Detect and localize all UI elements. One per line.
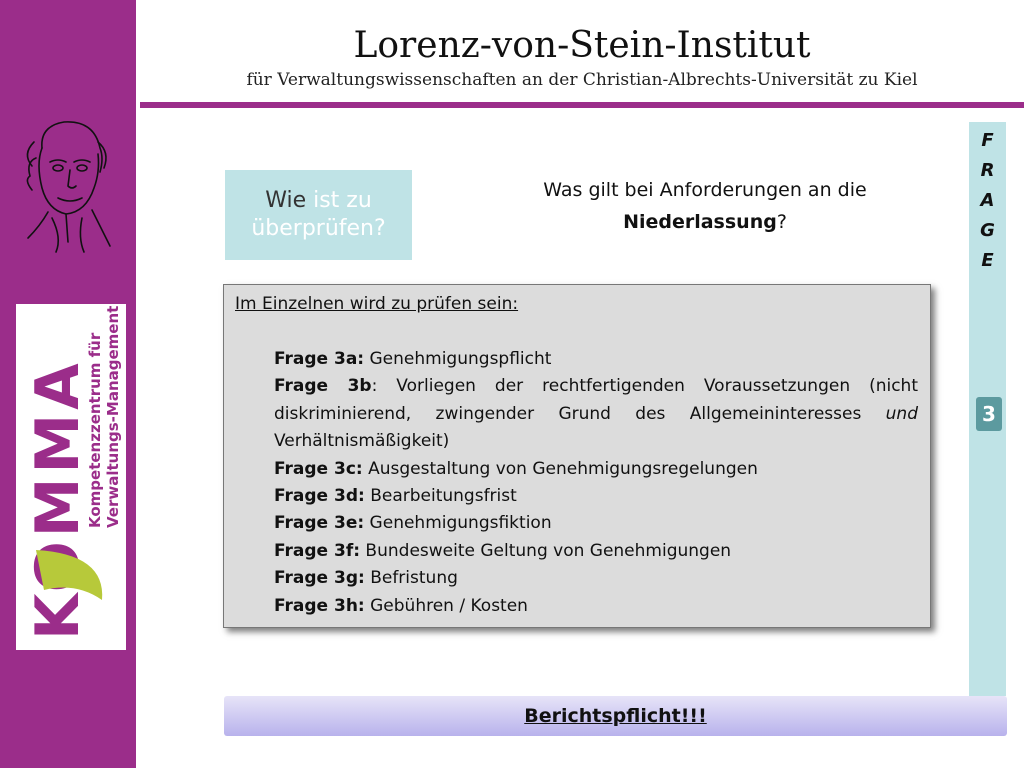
item-label: Frage 3a: <box>274 349 365 369</box>
item-text: Genehmigungspflicht <box>364 349 552 369</box>
page-subtitle: für Verwaltungswissenschaften an der Chr… <box>246 70 918 90</box>
list-item: Frage 3d: Bearbeitungsfrist <box>274 483 918 510</box>
item-text: Genehmigungsfiktion <box>364 513 552 534</box>
item-text: Bundesweite Geltung von Genehmigungen <box>360 540 732 561</box>
reporting-duty-button[interactable]: Berichtspflicht!!! <box>224 696 1007 736</box>
frage-letter: G <box>980 220 995 241</box>
list-item: Frage 3g: Befristung <box>274 565 918 592</box>
list-item: Frage 3a: Genehmigungspflicht <box>274 346 918 373</box>
review-prompt-box: Wie ist zu überprüfen? <box>225 170 412 260</box>
question-suffix: ? <box>776 211 787 233</box>
question-bold: Niederlassung <box>623 211 777 233</box>
list-item: Frage 3b: Vorliegen der rechtfertigenden… <box>274 373 918 455</box>
item-emphasis: und <box>885 403 918 424</box>
item-text: Befristung <box>364 568 458 589</box>
item-text-tail: Verhältnismäßigkeit) <box>274 431 450 452</box>
item-label: Frage 3d: <box>274 486 365 507</box>
list-item: Frage 3f: Bundesweite Geltung von Genehm… <box>274 538 918 565</box>
komma-logo: KOMMA Kompetenzzentrum für Verwaltungs-M… <box>16 304 126 650</box>
frage-list: Frage 3a: Genehmigungspflicht Frage 3b: … <box>274 346 918 620</box>
header-divider-gap <box>136 102 140 108</box>
header-divider <box>0 102 1024 108</box>
item-text: Ausgestaltung von Genehmigungsregelungen <box>362 458 758 479</box>
frage-letter: E <box>981 250 994 271</box>
komma-logo-line2: Verwaltungs-Management <box>104 306 122 528</box>
portrait-sketch-image <box>12 118 116 254</box>
frage-letter: A <box>980 190 995 211</box>
item-label: Frage 3g: <box>274 568 365 589</box>
list-item: Frage 3c: Ausgestaltung von Genehmigungs… <box>274 456 918 483</box>
question-line1: Was gilt bei Anforderungen an die <box>543 179 867 201</box>
frage-letter: R <box>980 160 995 181</box>
question-text: Was gilt bei Anforderungen an die Nieder… <box>480 174 930 238</box>
item-label: Frage 3e: <box>274 513 365 534</box>
komma-logo-wordmark: KOMMA <box>23 359 93 640</box>
list-item: Frage 3e: Genehmigungsfiktion <box>274 510 918 537</box>
details-heading: Im Einzelnen wird zu prüfen sein: <box>235 294 519 314</box>
item-text: Bearbeitungsfrist <box>364 486 517 507</box>
list-item: Frage 3h: Gebühren / Kosten <box>274 593 918 620</box>
item-text: Gebühren / Kosten <box>364 595 528 616</box>
question-number-badge: 3 <box>976 397 1002 431</box>
item-label: Frage 3h: <box>274 595 365 616</box>
item-label: Frage 3b <box>274 376 372 397</box>
review-prompt-part1: Wie <box>265 188 314 213</box>
komma-logo-line1: Kompetenzzentrum für <box>86 332 104 528</box>
item-label: Frage 3f: <box>274 540 361 561</box>
item-label: Frage 3c: <box>274 458 363 479</box>
page-title: Lorenz-von-Stein-Institut <box>353 25 811 66</box>
frage-letter: F <box>981 130 994 151</box>
